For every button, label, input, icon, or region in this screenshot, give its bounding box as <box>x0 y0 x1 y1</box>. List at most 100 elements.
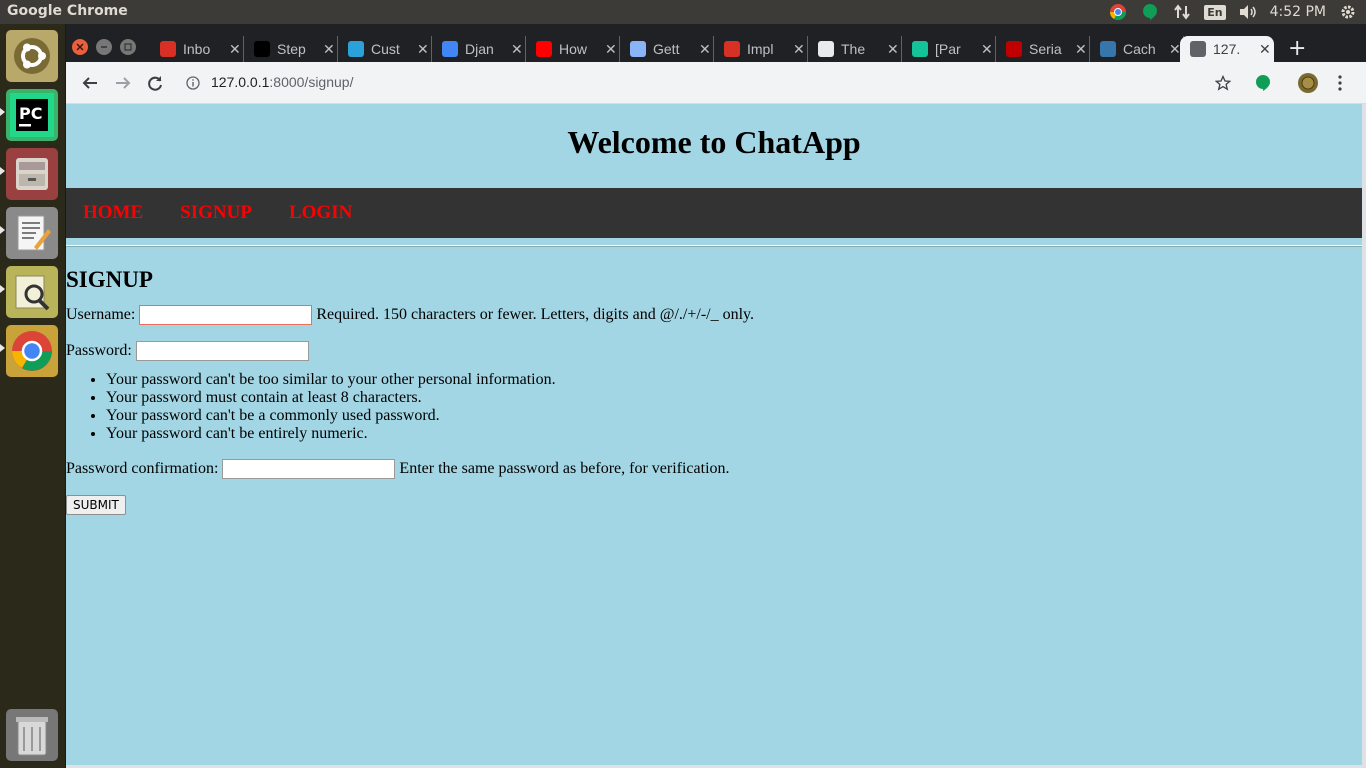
browser-tab[interactable]: How ✕ <box>526 36 620 62</box>
form-title: SIGNUP <box>66 267 153 292</box>
tab-close-icon[interactable]: ✕ <box>981 41 993 58</box>
password-help-item: Your password must contain at least 8 ch… <box>106 389 1362 407</box>
back-button[interactable] <box>78 71 102 95</box>
tab-title: 127. <box>1213 41 1241 57</box>
close-window-button[interactable] <box>72 39 88 55</box>
nav-link-signup[interactable]: SIGNUP <box>180 202 252 224</box>
tab-title: Gett <box>653 41 680 57</box>
browser-tab[interactable]: Djan ✕ <box>432 36 526 62</box>
tab-close-icon[interactable]: ✕ <box>229 41 241 58</box>
browser-tab[interactable]: Cust ✕ <box>338 36 432 62</box>
chrome-tray-icon[interactable] <box>1108 2 1128 22</box>
arrow-left-icon <box>82 77 97 89</box>
site-navigation: HOME SIGNUP LOGIN <box>66 188 1362 238</box>
network-transfer-icon[interactable] <box>1172 2 1192 22</box>
keyboard-language-indicator[interactable]: En <box>1204 4 1226 20</box>
browser-tab[interactable]: Impl ✕ <box>714 36 808 62</box>
reload-button[interactable] <box>143 71 167 95</box>
hangouts-icon <box>1256 75 1270 91</box>
new-tab-button[interactable]: + <box>1288 38 1306 60</box>
tab-close-icon[interactable]: ✕ <box>699 41 711 58</box>
username-input[interactable] <box>139 305 313 325</box>
browser-toolbar: 127.0.0.1:8000/signup/ <box>66 62 1366 104</box>
minimize-icon <box>101 46 107 48</box>
address-bar[interactable]: 127.0.0.1:8000/signup/ <box>176 67 1306 99</box>
trash-icon <box>16 717 48 756</box>
address-url[interactable]: 127.0.0.1:8000/signup/ <box>211 74 353 90</box>
launcher-chrome[interactable] <box>6 325 58 377</box>
launcher-text-editor[interactable] <box>6 207 58 259</box>
tab-close-icon[interactable]: ✕ <box>793 41 805 58</box>
github-icon <box>818 41 834 57</box>
tab-title: The <box>841 41 866 57</box>
chrome-menu-button[interactable] <box>1328 71 1352 95</box>
chrome-icon <box>12 331 52 371</box>
tab-close-icon[interactable]: ✕ <box>323 41 335 58</box>
volume-icon[interactable] <box>1238 2 1258 22</box>
profile-avatar[interactable] <box>1296 71 1320 95</box>
password-help-list: Your password can't be too similar to yo… <box>66 371 1362 443</box>
tab-title: Seria <box>1029 41 1062 57</box>
password-confirm-input[interactable] <box>222 459 396 479</box>
submit-button[interactable]: SUBMIT <box>66 495 126 515</box>
password-input[interactable] <box>135 341 309 361</box>
launcher-document-viewer[interactable] <box>6 266 58 318</box>
tab-close-icon[interactable]: ✕ <box>417 41 429 58</box>
browser-tab[interactable]: Inbo ✕ <box>150 36 244 62</box>
reload-icon <box>148 76 162 91</box>
browser-tab[interactable]: [Par ✕ <box>902 36 996 62</box>
url-host: 127.0.0.1 <box>211 74 270 90</box>
browser-tab[interactable]: 127. ✕ <box>1180 36 1274 62</box>
running-indicator <box>0 285 5 293</box>
browser-tab[interactable]: Gett ✕ <box>620 36 714 62</box>
jetbrains-icon <box>254 41 270 57</box>
browser-tab[interactable]: Step ✕ <box>244 36 338 62</box>
site-header: Welcome to ChatApp <box>66 104 1362 188</box>
password-help-item: Your password can't be too similar to yo… <box>106 371 1362 389</box>
svg-text:PC: PC <box>19 104 42 123</box>
text-editor-icon <box>17 215 51 251</box>
tab-close-icon[interactable]: ✕ <box>511 41 523 58</box>
browser-tab[interactable]: Seria ✕ <box>996 36 1090 62</box>
nav-link-login[interactable]: LOGIN <box>289 202 352 224</box>
settings-gear-icon[interactable] <box>1338 2 1358 22</box>
top-panel: Google Chrome En 4:52 PM <box>0 0 1366 24</box>
tab-title: Step <box>277 41 306 57</box>
browser-tab[interactable]: The ✕ <box>808 36 902 62</box>
hangouts-extension-button[interactable] <box>1251 71 1275 95</box>
running-indicator <box>0 167 5 175</box>
launcher-trash[interactable] <box>6 709 58 761</box>
signup-section: SIGNUP Username: Required. 150 character… <box>66 267 1362 515</box>
maximize-icon <box>124 43 132 51</box>
bookmark-star-button[interactable] <box>1211 71 1235 95</box>
site-info-icon[interactable] <box>186 75 200 94</box>
password-row: Password: <box>66 341 1362 361</box>
youtube-icon <box>536 41 552 57</box>
tab-close-icon[interactable]: ✕ <box>1259 41 1271 58</box>
launcher-dash-button[interactable] <box>6 30 58 82</box>
forward-button[interactable] <box>111 71 135 95</box>
tab-close-icon[interactable]: ✕ <box>605 41 617 58</box>
python-icon <box>1100 41 1116 57</box>
tab-close-icon[interactable]: ✕ <box>1075 41 1087 58</box>
hangouts-tray-icon[interactable] <box>1140 2 1160 22</box>
tab-title: Cach <box>1123 41 1156 57</box>
page-viewport: Welcome to ChatApp HOME SIGNUP LOGIN SIG… <box>66 104 1362 765</box>
system-tray: En 4:52 PM <box>1108 0 1358 24</box>
nav-link-home[interactable]: HOME <box>83 202 143 224</box>
clock[interactable]: 4:52 PM <box>1270 4 1326 20</box>
tab-title: Djan <box>465 41 494 57</box>
tab-title: Cust <box>371 41 400 57</box>
browser-tab[interactable]: Cach ✕ <box>1090 36 1184 62</box>
username-help-text: Required. 150 characters or fewer. Lette… <box>316 306 755 323</box>
tab-close-icon[interactable]: ✕ <box>887 41 899 58</box>
launcher-files[interactable] <box>6 148 58 200</box>
minimize-window-button[interactable] <box>96 39 112 55</box>
maximize-window-button[interactable] <box>120 39 136 55</box>
running-indicator <box>0 344 5 352</box>
launcher-pycharm[interactable]: PC <box>6 89 58 141</box>
tab-close-icon[interactable]: ✕ <box>1169 41 1181 58</box>
tab-title: [Par <box>935 41 961 57</box>
password-confirm-row: Password confirmation: Enter the same pa… <box>66 459 1362 479</box>
serial-icon <box>1006 41 1022 57</box>
